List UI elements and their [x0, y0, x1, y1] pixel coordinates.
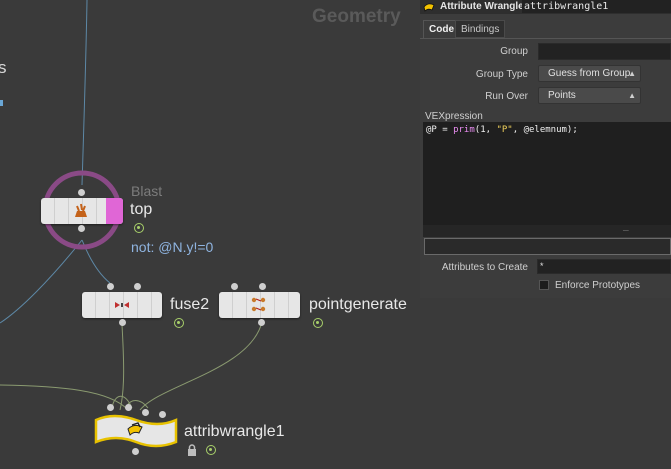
pointgenerate-status-icon — [313, 318, 323, 328]
blast-output-dot[interactable] — [78, 225, 85, 232]
attributes-to-create-value: * — [540, 261, 544, 271]
pointgenerate-output-dot[interactable] — [258, 319, 265, 326]
wrangle-status-icon — [206, 445, 216, 455]
fuse-status-icon — [174, 318, 184, 328]
blast-node-name[interactable]: top — [130, 201, 152, 219]
vexpression-label: VEXpression — [425, 111, 483, 122]
node-pointgenerate[interactable] — [219, 292, 300, 318]
wrangle-input-dot-2[interactable] — [125, 404, 132, 411]
run-over-label: Run Over — [485, 91, 528, 102]
network-editor[interactable]: Geometry s Blast top not: @N.y!=0 fuse2 — [0, 0, 420, 469]
edge-marker — [0, 100, 3, 106]
pointgenerate-node-name[interactable]: pointgenerate — [309, 296, 407, 314]
blast-bypass-flag[interactable] — [106, 198, 123, 224]
group-field[interactable] — [538, 43, 671, 60]
snippet-bar[interactable] — [424, 238, 671, 255]
wrangle-node-name[interactable]: attribwrangle1 — [184, 423, 285, 441]
fuse-output-dot[interactable] — [119, 319, 126, 326]
parameter-pane: Attribute Wrangle attribwrangle1 Code Bi… — [420, 0, 671, 298]
pointgenerate-input-dot-2[interactable] — [259, 283, 266, 290]
blast-input-dot[interactable] — [78, 189, 85, 196]
vex-code-a: @P = — [426, 125, 454, 135]
parameter-header: Attribute Wrangle attribwrangle1 — [420, 0, 671, 14]
blast-status-icon — [134, 223, 144, 233]
node-name-field[interactable]: attribwrangle1 — [522, 0, 671, 13]
fuse-input-dot-2[interactable] — [134, 283, 141, 290]
enforce-prototypes-checkbox[interactable] — [539, 280, 549, 290]
group-type-label: Group Type — [475, 69, 528, 80]
context-title: Geometry — [312, 6, 401, 27]
node-blast[interactable] — [41, 198, 123, 224]
wires — [0, 0, 263, 411]
blast-icon — [75, 203, 87, 217]
fuse-node-name[interactable]: fuse2 — [170, 296, 209, 314]
vex-code-function: prim — [453, 125, 475, 135]
updown-arrow-icon: ▲ — [628, 69, 636, 78]
run-over-value: Points — [548, 90, 576, 101]
vex-code-c: , @elemnum); — [512, 125, 578, 135]
attributes-to-create-label: Attributes to Create — [441, 262, 528, 273]
node-fuse[interactable] — [82, 292, 162, 318]
vex-code-string: "P" — [496, 125, 513, 135]
wire-pointgen-to-wrangle — [139, 321, 263, 411]
tab-divider — [420, 38, 671, 39]
group-type-value: Guess from Group — [548, 68, 631, 79]
wrangle-output-dot[interactable] — [132, 448, 139, 455]
tab-bindings[interactable]: Bindings — [455, 20, 506, 38]
lock-icon[interactable] — [187, 444, 197, 456]
blast-comment: not: @N.y!=0 — [131, 239, 214, 255]
attributes-to-create-field[interactable]: * — [537, 259, 671, 274]
enforce-prototypes-label: Enforce Prototypes — [555, 280, 641, 291]
code-editor-splitter[interactable]: ─ — [423, 225, 671, 237]
run-over-menu[interactable]: Points ▲ — [538, 87, 641, 104]
group-type-menu[interactable]: Guess from Group ▲ — [538, 65, 641, 82]
wire-blast-to-left — [0, 239, 83, 324]
pointgenerate-input-dot-1[interactable] — [231, 283, 238, 290]
fuse-input-dot-1[interactable] — [107, 283, 114, 290]
edge-label: s — [0, 58, 7, 77]
updown-arrow-icon: ▲ — [628, 91, 636, 100]
vex-code-editor[interactable]: @P = prim(1, "P", @elemnum); — [423, 122, 671, 225]
blast-node-type: Blast — [131, 183, 163, 199]
node-attribwrangle[interactable] — [94, 414, 178, 448]
wrangle-icon — [423, 3, 435, 12]
wire-top-to-blast — [81, 0, 88, 186]
fuse-icon — [115, 302, 129, 308]
group-label: Group — [500, 46, 528, 57]
grip-icon: ─ — [623, 226, 629, 235]
node-type-label: Attribute Wrangle — [440, 1, 524, 12]
pointgenerate-icon — [251, 297, 266, 312]
vex-code-b: (1, — [474, 125, 497, 135]
wrangle-input-dot-1[interactable] — [107, 404, 114, 411]
